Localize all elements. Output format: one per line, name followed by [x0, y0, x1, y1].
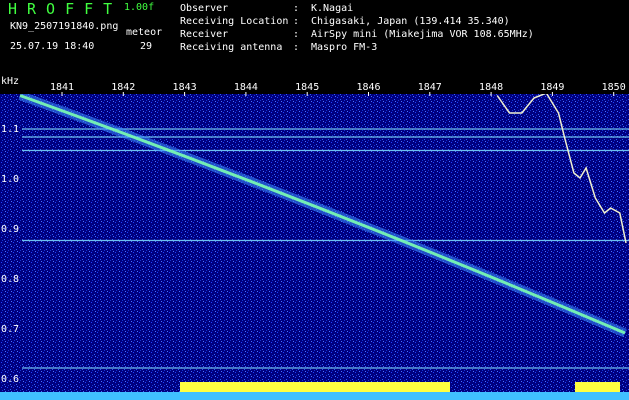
signal-baseline: [0, 392, 629, 400]
info-value: Chigasaki, Japan (139.414 35.340): [311, 16, 510, 27]
x-tick-label: 1841: [50, 82, 74, 93]
version-label: 1.00f: [124, 2, 155, 13]
y-tick-label: 0.8: [1, 274, 19, 285]
station-info: Observer : K.Nagai Receiving Location : …: [180, 2, 534, 54]
mode-count: 29: [140, 41, 153, 52]
info-sep: :: [293, 16, 300, 27]
info-key: Receiving Location: [180, 16, 289, 27]
x-tick-label: 1848: [479, 82, 503, 93]
x-tick-label: 1847: [418, 82, 442, 93]
x-tick-label: 1844: [234, 82, 258, 93]
info-row-antenna: Receiving antenna : Maspro FM-3: [180, 41, 534, 54]
info-sep: :: [293, 29, 300, 40]
y-axis-unit: kHz: [1, 76, 19, 87]
info-key: Receiver: [180, 29, 229, 40]
info-key: Observer: [180, 3, 229, 14]
header-panel: HROFFT 1.00f KN9_2507191840.png 25.07.19…: [0, 0, 629, 76]
info-row-location: Receiving Location : Chigasaki, Japan (1…: [180, 15, 534, 28]
datetime-label: 25.07.19 18:40: [10, 41, 95, 52]
info-row-receiver: Receiver : AirSpy mini (Miakejima VOR 10…: [180, 28, 534, 41]
x-tick-label: 1842: [111, 82, 135, 93]
x-tick-label: 1843: [173, 82, 197, 93]
info-value: Maspro FM-3: [311, 42, 378, 53]
y-tick-label: 0.9: [1, 224, 19, 235]
info-key: Receiving antenna: [180, 42, 283, 53]
info-value: K.Nagai: [311, 3, 354, 14]
info-sep: :: [293, 3, 300, 14]
mode-label: meteor: [126, 27, 163, 38]
info-sep: :: [293, 42, 300, 53]
x-tick-label: 1845: [295, 82, 319, 93]
y-tick-label: 1.0: [1, 174, 19, 185]
x-tick-label: 1849: [540, 82, 564, 93]
signal-segment: [180, 382, 450, 392]
y-tick-label: 1.1: [1, 124, 19, 135]
signal-segment: [575, 382, 620, 392]
y-tick-label: 0.7: [1, 324, 19, 335]
spectrogram-chart: 1841 1842 1843 1844 1845 1846 1847 1848 1849 1850…: [0, 76, 629, 400]
filename-label: KN9_2507191840.png: [10, 21, 119, 32]
x-tick-label: 1850: [602, 82, 626, 93]
y-tick-label: 0.6: [1, 374, 19, 385]
app-title: HROFFT: [8, 0, 123, 18]
x-tick-label: 1846: [356, 82, 380, 93]
info-row-observer: Observer : K.Nagai: [180, 2, 534, 15]
info-value: AirSpy mini (Miakejima VOR 108.65MHz): [311, 29, 534, 40]
